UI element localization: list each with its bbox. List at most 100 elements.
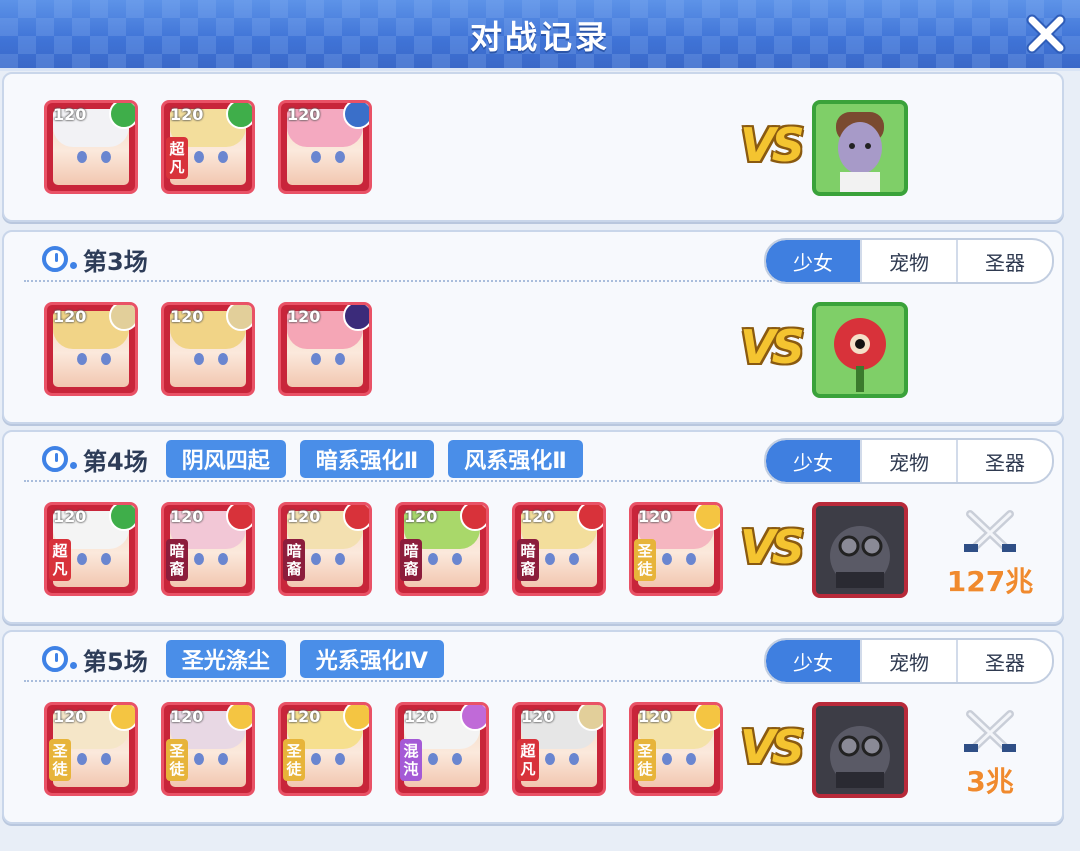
wind-element-icon	[109, 103, 135, 129]
boss-enemy[interactable]	[812, 702, 908, 798]
header-divider	[24, 680, 772, 682]
hero-eye	[545, 553, 555, 565]
hero-card[interactable]: 120 超凡	[512, 702, 606, 796]
hero-eye	[428, 553, 438, 565]
hero-card[interactable]: 120 圣徒	[161, 702, 255, 796]
record-tabs[interactable]: 少女 宠物 圣器	[764, 438, 1054, 484]
hero-class-tag: 圣徒	[634, 539, 656, 581]
star-element-icon	[226, 705, 252, 731]
hero-eye	[218, 151, 228, 163]
clock-dot-icon	[70, 261, 77, 269]
hero-level: 120	[638, 707, 672, 726]
hero-eye	[218, 553, 228, 565]
hero-eye	[194, 151, 204, 163]
hero-level: 120	[287, 105, 321, 124]
hero-level: 120	[53, 507, 87, 526]
hero-eye	[311, 553, 321, 565]
tab-pets[interactable]: 宠物	[860, 440, 956, 482]
hero-eye	[311, 753, 321, 765]
buff-badge[interactable]: 光系强化Ⅳ	[299, 640, 444, 678]
hero-class-tag: 暗裔	[517, 539, 539, 581]
boss-enemy[interactable]	[812, 502, 908, 598]
hero-class-tag: 暗裔	[166, 539, 188, 581]
hero-card[interactable]: 120 超凡	[161, 100, 255, 194]
damage-value: 3兆	[966, 765, 1014, 798]
hero-eye	[77, 753, 87, 765]
hero-class-tag: 混沌	[400, 739, 422, 781]
tab-artifacts[interactable]: 圣器	[956, 240, 1052, 282]
hero-eye	[662, 553, 672, 565]
match-panel: 第5场 圣光涤尘 光系强化Ⅳ 少女 宠物 圣器 120 圣徒 120 圣徒 120 圣徒 120 混沌 12…	[2, 630, 1064, 824]
hero-eye	[335, 353, 345, 365]
tab-pets[interactable]: 宠物	[860, 240, 956, 282]
hero-eye	[101, 353, 111, 365]
hero-level: 120	[404, 507, 438, 526]
match-header: 第5场 圣光涤尘 光系强化Ⅳ	[42, 640, 458, 678]
hero-card[interactable]: 120 暗裔	[512, 502, 606, 596]
tab-pets[interactable]: 宠物	[860, 640, 956, 682]
clock-icon	[42, 646, 68, 672]
buff-badge[interactable]: 暗系强化Ⅱ	[299, 440, 435, 478]
hero-card[interactable]: 120 圣徒	[44, 702, 138, 796]
title-bar: 对战记录	[0, 0, 1080, 71]
hero-eye	[569, 753, 579, 765]
hero-card[interactable]: 120 圣徒	[629, 702, 723, 796]
buff-badge[interactable]: 圣光涤尘	[165, 640, 286, 678]
header-divider	[24, 280, 772, 282]
hero-eye	[569, 553, 579, 565]
crossed-swords-icon	[964, 510, 1016, 552]
light-element-icon	[577, 705, 603, 731]
hero-card[interactable]: 120	[161, 302, 255, 396]
hero-eye	[218, 353, 228, 365]
close-icon[interactable]	[1022, 10, 1070, 58]
flower-enemy[interactable]	[812, 302, 908, 398]
tab-artifacts[interactable]: 圣器	[956, 640, 1052, 682]
hero-class-tag: 圣徒	[283, 739, 305, 781]
hero-eye	[194, 553, 204, 565]
light-element-icon	[109, 305, 135, 331]
hero-card[interactable]: 120	[44, 100, 138, 194]
hero-card[interactable]: 120 暗裔	[161, 502, 255, 596]
hero-eye	[545, 753, 555, 765]
record-tabs[interactable]: 少女 宠物 圣器	[764, 238, 1054, 284]
hero-eye	[218, 753, 228, 765]
hero-card[interactable]: 120 圣徒	[629, 502, 723, 596]
match-title: 第5场	[83, 647, 148, 676]
fire-element-icon	[460, 505, 486, 531]
match-header: 第3场	[42, 242, 166, 276]
chaos-element-icon	[460, 705, 486, 731]
holy-element-icon	[343, 103, 369, 129]
hero-card[interactable]: 120 超凡	[44, 502, 138, 596]
tab-girls[interactable]: 少女	[766, 640, 860, 682]
hero-eye	[77, 553, 87, 565]
fire-element-icon	[577, 505, 603, 531]
hero-level: 120	[53, 707, 87, 726]
star-element-icon	[109, 705, 135, 731]
hero-card[interactable]: 120 混沌	[395, 702, 489, 796]
buff-badge[interactable]: 阴风四起	[165, 440, 286, 478]
hero-card[interactable]: 120	[278, 100, 372, 194]
zombie-enemy[interactable]	[812, 100, 908, 196]
buff-badge[interactable]: 风系强化Ⅱ	[448, 440, 583, 478]
match-title: 第4场	[83, 447, 148, 476]
hero-eye	[335, 553, 345, 565]
boss-portrait-icon	[830, 526, 890, 588]
page-title: 对战记录	[469, 18, 610, 56]
hero-eye	[101, 151, 111, 163]
zombie-portrait-icon	[836, 112, 884, 192]
fire-element-icon	[226, 505, 252, 531]
hero-card[interactable]: 120 暗裔	[278, 502, 372, 596]
star-element-icon	[343, 705, 369, 731]
hero-card[interactable]: 120	[44, 302, 138, 396]
clock-icon	[42, 446, 68, 472]
tab-girls[interactable]: 少女	[766, 440, 860, 482]
hero-eye	[77, 151, 87, 163]
tab-artifacts[interactable]: 圣器	[956, 440, 1052, 482]
hero-card[interactable]: 120	[278, 302, 372, 396]
hero-card[interactable]: 120 圣徒	[278, 702, 372, 796]
hero-eye	[452, 553, 462, 565]
match-title: 第3场	[83, 247, 148, 276]
tab-girls[interactable]: 少女	[766, 240, 860, 282]
hero-card[interactable]: 120 暗裔	[395, 502, 489, 596]
record-tabs[interactable]: 少女 宠物 圣器	[764, 638, 1054, 684]
